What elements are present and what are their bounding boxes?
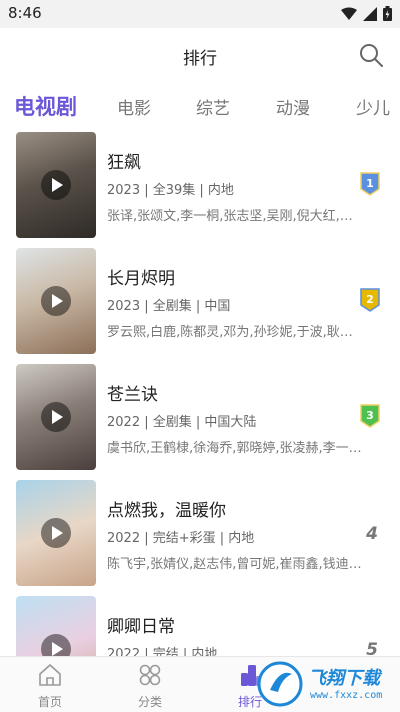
item-cast: 罗云熙,白鹿,陈都灵,邓为,孙珍妮,于波,耿業… xyxy=(107,325,365,340)
play-icon xyxy=(41,402,71,432)
tab-movies[interactable]: 电影 xyxy=(117,94,151,119)
play-icon xyxy=(41,518,71,548)
play-icon xyxy=(41,286,71,316)
nav-category[interactable]: 分类 xyxy=(120,663,180,710)
item-title: 卿卿日常 xyxy=(107,617,175,637)
rank-badge: 3 xyxy=(360,404,380,428)
poster-image xyxy=(16,596,96,656)
tab-variety[interactable]: 综艺 xyxy=(196,94,230,119)
category-tabs: 电视剧 电影 综艺 动漫 少儿 xyxy=(0,86,400,130)
item-meta: 2022 | 完结 | 内地 xyxy=(107,647,218,656)
item-cast: 虞书欣,王鹤棣,徐海乔,郭晓婷,张凌赫,李一… xyxy=(107,441,362,456)
item-meta: 2023 | 全39集 | 内地 xyxy=(107,183,234,198)
item-cast: 陈飞宇,张婧仪,赵志伟,曾可妮,崔雨鑫,钱迪… xyxy=(107,557,362,572)
rank-number: 2 xyxy=(366,293,374,306)
item-title: 苍兰诀 xyxy=(107,385,158,405)
item-title: 狂飙 xyxy=(107,153,141,173)
list-item[interactable]: 点燃我，温暖你 2022 | 完结+彩蛋 | 内地 陈飞宇,张婧仪,赵志伟,曾可… xyxy=(0,480,400,596)
nav-category-label: 分类 xyxy=(137,695,162,709)
status-time: 8:46 xyxy=(8,4,42,22)
poster-image xyxy=(16,132,96,238)
category-icon xyxy=(139,664,161,686)
item-title: 点燃我，温暖你 xyxy=(107,501,226,521)
rank-number: 5 xyxy=(366,640,378,656)
item-meta: 2022 | 全剧集 | 中国大陆 xyxy=(107,415,257,430)
list-item[interactable]: 苍兰诀 2022 | 全剧集 | 中国大陆 虞书欣,王鹤棣,徐海乔,郭晓婷,张凌… xyxy=(0,364,400,480)
play-icon xyxy=(41,634,71,656)
item-meta: 2023 | 全剧集 | 中国 xyxy=(107,299,231,314)
battery-icon xyxy=(383,6,392,21)
item-meta: 2022 | 完结+彩蛋 | 内地 xyxy=(107,531,255,546)
rank-number: 3 xyxy=(366,409,374,422)
rank-number: 4 xyxy=(366,524,378,544)
tab-anime[interactable]: 动漫 xyxy=(276,94,310,119)
tab-tv-series[interactable]: 电视剧 xyxy=(14,91,77,121)
item-cast: 张译,张颂文,李一桐,张志坚,吴刚,倪大红,韩… xyxy=(107,209,365,224)
watermark-emblem-icon xyxy=(257,661,303,707)
wifi-icon xyxy=(341,7,357,20)
status-bar: 8:46 xyxy=(0,0,400,28)
item-title: 长月烬明 xyxy=(107,269,175,289)
nav-home-label: 首页 xyxy=(37,695,62,709)
list-item[interactable]: 卿卿日常 2022 | 完结 | 内地 5 xyxy=(0,596,400,656)
ranking-list: 狂飙 2023 | 全39集 | 内地 张译,张颂文,李一桐,张志坚,吴刚,倪大… xyxy=(0,132,400,656)
page-title: 排行 xyxy=(183,49,217,69)
watermark-logo: 飞翔下载 www.fxxz.com xyxy=(256,660,396,708)
rank-badge: 2 xyxy=(360,288,380,312)
search-icon[interactable] xyxy=(358,42,384,68)
watermark-text: 飞翔下载 xyxy=(308,668,380,689)
rank-number: 1 xyxy=(366,177,374,190)
poster-image xyxy=(16,248,96,354)
signal-icon xyxy=(363,6,377,21)
rank-badge: 1 xyxy=(360,172,380,196)
home-icon xyxy=(39,664,61,686)
list-item[interactable]: 狂飙 2023 | 全39集 | 内地 张译,张颂文,李一桐,张志坚,吴刚,倪大… xyxy=(0,132,400,248)
poster-image xyxy=(16,480,96,586)
watermark-url: www.fxxz.com xyxy=(310,690,383,701)
nav-home[interactable]: 首页 xyxy=(20,663,80,710)
play-icon xyxy=(41,170,71,200)
header: 排行 xyxy=(0,28,400,84)
tab-kids[interactable]: 少儿 xyxy=(356,94,390,119)
status-icons xyxy=(341,6,392,21)
poster-image xyxy=(16,364,96,470)
list-item[interactable]: 长月烬明 2023 | 全剧集 | 中国 罗云熙,白鹿,陈都灵,邓为,孙珍妮,于… xyxy=(0,248,400,364)
